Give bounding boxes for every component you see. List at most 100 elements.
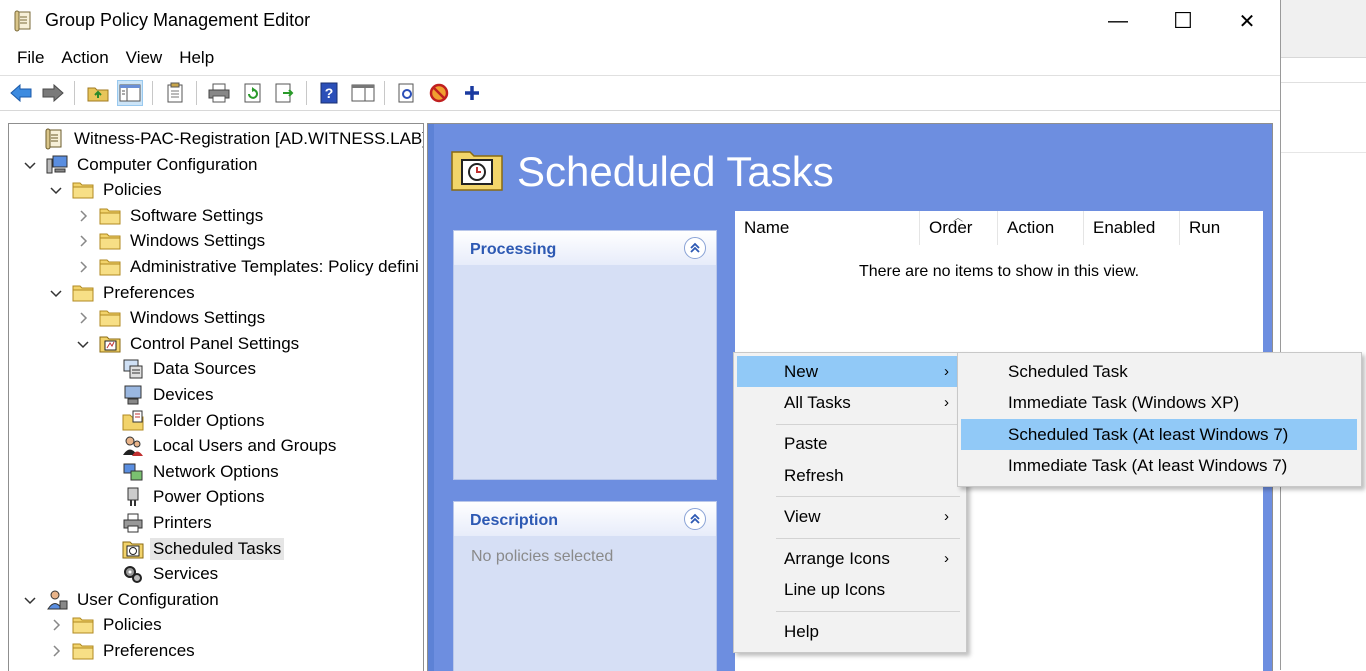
tree-item[interactable]: Data Sources	[99, 356, 259, 382]
tree-item[interactable]: User Configuration	[23, 587, 222, 613]
up-folder-button[interactable]	[85, 80, 111, 106]
column-header-enabled[interactable]: Enabled	[1084, 211, 1180, 245]
close-button[interactable]: ✕	[1214, 0, 1280, 42]
menu-separator	[776, 496, 960, 497]
folder-icon	[99, 256, 121, 278]
tree-item[interactable]: Preferences	[49, 638, 198, 664]
power-icon	[122, 486, 144, 508]
chevron-down-icon[interactable]	[76, 337, 90, 351]
menu-view[interactable]: View	[117, 44, 171, 72]
forward-button[interactable]	[40, 80, 66, 106]
tree-item[interactable]: Local Users and Groups	[99, 433, 339, 459]
show-hide-tree-button[interactable]	[117, 80, 143, 106]
menu-action[interactable]: Action	[52, 44, 116, 72]
column-header-name[interactable]: Name	[735, 211, 920, 245]
context-menu: New › All Tasks › Paste Refresh View › Arra…	[733, 352, 967, 653]
tree-item[interactable]: Control Panel Settings	[76, 331, 302, 357]
toolbar-separator	[306, 81, 307, 105]
menu-item-view[interactable]: View ›	[737, 501, 961, 532]
control-panel-icon	[99, 333, 121, 355]
tree-item[interactable]: Policies	[49, 612, 165, 638]
tree-item[interactable]: Administrative Templates: Policy defini	[76, 254, 422, 280]
toolbar-separator	[196, 81, 197, 105]
scheduled-tasks-header-icon	[450, 146, 504, 192]
menu-item-new[interactable]: New ›	[737, 356, 961, 387]
chevron-right-icon[interactable]	[76, 260, 90, 274]
chevron-right-icon[interactable]	[49, 644, 63, 658]
toolbar-separator	[384, 81, 385, 105]
collapse-description-button[interactable]	[684, 508, 706, 530]
data-sources-icon	[122, 358, 144, 380]
tree-item[interactable]: Software Settings	[76, 203, 266, 229]
menu-separator	[776, 424, 960, 425]
clipboard-button[interactable]	[162, 80, 188, 106]
chevron-right-icon[interactable]	[49, 618, 63, 632]
tree-item[interactable]: Preferences	[49, 280, 198, 306]
properties-button[interactable]	[350, 80, 376, 106]
submenu-item-immediate-task-win7[interactable]: Immediate Task (At least Windows 7)	[961, 450, 1357, 481]
new-submenu: Scheduled Task Immediate Task (Windows X…	[957, 352, 1362, 487]
menu-item-line-up-icons[interactable]: Line up Icons	[737, 574, 961, 605]
submenu-item-scheduled-task[interactable]: Scheduled Task	[961, 356, 1357, 387]
chevron-right-icon[interactable]	[76, 234, 90, 248]
tree-item[interactable]: Scheduled Tasks	[99, 536, 285, 562]
tree-item[interactable]: Folder Options	[99, 408, 268, 434]
description-panel: Description No policies selected	[453, 501, 717, 671]
tree-item[interactable]: Services	[99, 561, 221, 587]
chevron-right-icon[interactable]	[76, 209, 90, 223]
view-properties-button[interactable]	[394, 80, 420, 106]
menu-file[interactable]: File	[0, 44, 52, 72]
tree-item[interactable]: Windows Settings	[76, 305, 268, 331]
menu-item-label: View	[784, 506, 821, 526]
column-header-run[interactable]: Run	[1180, 211, 1263, 245]
submenu-item-immediate-task-xp[interactable]: Immediate Task (Windows XP)	[961, 387, 1357, 418]
column-header-action[interactable]: Action	[998, 211, 1084, 245]
chevron-down-icon[interactable]	[23, 593, 37, 607]
back-button[interactable]	[8, 80, 34, 106]
tree-item-label: Scheduled Tasks	[150, 537, 285, 560]
tree-item-label: Network Options	[153, 461, 279, 481]
disable-button[interactable]	[426, 80, 452, 106]
submenu-item-scheduled-task-win7[interactable]: Scheduled Task (At least Windows 7)	[961, 419, 1357, 450]
chevron-right-icon[interactable]	[76, 311, 90, 325]
tree-item-label: Administrative Templates: Policy defini	[130, 257, 419, 276]
collapse-processing-button[interactable]	[684, 237, 706, 259]
menu-item-paste[interactable]: Paste	[737, 428, 961, 459]
menu-item-arrange-icons[interactable]: Arrange Icons ›	[737, 543, 961, 574]
tree-item[interactable]: Power Options	[99, 484, 268, 510]
minimize-icon: —	[1108, 9, 1128, 32]
maximize-button[interactable]: ☐	[1150, 0, 1216, 42]
tree-item[interactable]: Network Options	[99, 459, 282, 485]
chevron-down-icon[interactable]	[49, 183, 63, 197]
tree-item-label: Control Panel Settings	[130, 333, 300, 353]
tree-item[interactable]: Witness-PAC-Registration [AD.WITNESS.LAB…	[43, 126, 423, 152]
export-list-button[interactable]	[272, 80, 298, 106]
chevron-down-icon[interactable]	[23, 158, 37, 172]
menu-item-all-tasks[interactable]: All Tasks ›	[737, 387, 961, 418]
menu-help[interactable]: Help	[170, 44, 222, 72]
tree-item[interactable]: Devices	[99, 382, 216, 408]
refresh-button[interactable]	[240, 80, 266, 106]
minimize-button[interactable]: —	[1085, 0, 1151, 42]
chevron-down-icon[interactable]	[49, 286, 63, 300]
tree-item[interactable]: Printers	[99, 510, 215, 536]
console-tree[interactable]: Witness-PAC-Registration [AD.WITNESS.LAB…	[8, 123, 424, 671]
print-button[interactable]	[206, 80, 232, 106]
forward-arrow-icon	[42, 83, 64, 103]
tree-item[interactable]: Computer Configuration	[23, 152, 260, 178]
tree-item[interactable]: Policies	[49, 177, 165, 203]
add-button[interactable]	[459, 80, 485, 106]
menu-item-refresh[interactable]: Refresh	[737, 460, 961, 491]
menu-bar: File Action View Help	[0, 44, 222, 72]
tree-item[interactable]: Windows Settings	[76, 228, 268, 254]
help-button[interactable]: ?	[316, 80, 342, 106]
tree-item-label: Printers	[153, 513, 212, 532]
tree-item-label: Folder Options	[153, 410, 265, 430]
menu-item-help[interactable]: Help	[737, 616, 961, 647]
description-text: No policies selected	[471, 548, 614, 565]
double-chevron-up-icon	[690, 242, 700, 253]
